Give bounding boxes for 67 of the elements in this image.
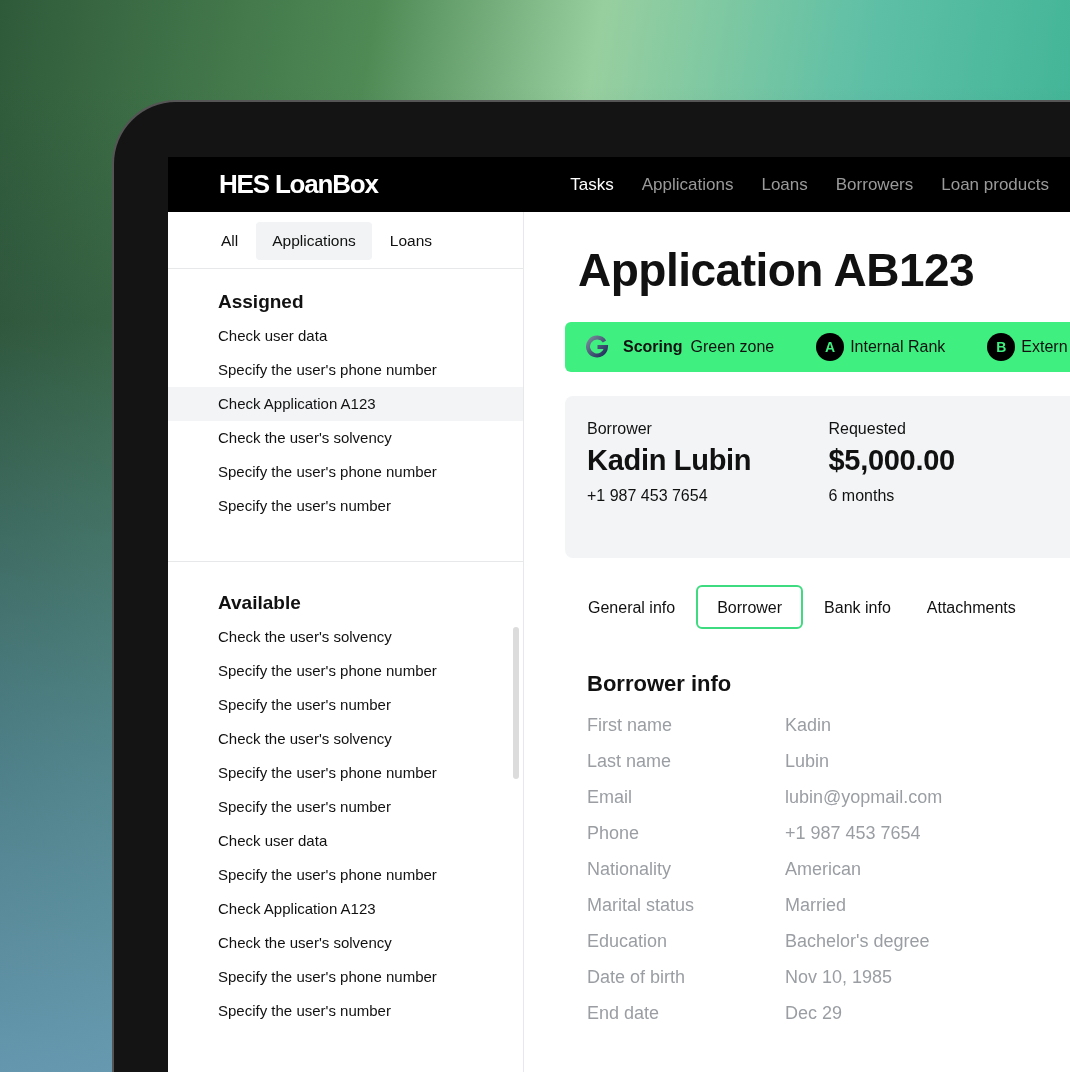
task-item[interactable]: Specify the user's phone number: [168, 353, 523, 387]
filter-tab[interactable]: Applications: [256, 222, 372, 260]
nav-link[interactable]: Loan products: [941, 174, 1049, 195]
field-value: Dec 29: [785, 1002, 843, 1025]
scoring-value: Green zone: [690, 338, 775, 356]
filter-tab[interactable]: All: [205, 222, 255, 260]
detail-tab[interactable]: Borrower: [696, 585, 804, 629]
task-item[interactable]: Check user data: [168, 824, 523, 858]
section-title: Assigned: [218, 291, 305, 313]
scoring-label: Scoring: [623, 338, 683, 356]
rank-badge: A: [816, 333, 845, 361]
task-item[interactable]: Specify the user's phone number: [168, 756, 523, 790]
app-logo: HES LoanBox: [219, 169, 378, 200]
task-item[interactable]: Check the user's solvency: [168, 926, 523, 960]
rank-label: Internal Rank: [850, 338, 946, 356]
field-label: Nationality: [587, 858, 673, 881]
task-item[interactable]: Check Application A123: [168, 387, 523, 421]
summary-detail: +1 987 453 7654: [587, 487, 708, 505]
task-item[interactable]: Specify the user's number: [168, 790, 523, 824]
field-value: Kadin: [785, 714, 832, 737]
field-label: Marital status: [587, 894, 696, 917]
rank-label: Extern: [1021, 338, 1068, 356]
task-item[interactable]: Specify the user's number: [168, 489, 523, 523]
field-value: Bachelor's degree: [785, 930, 930, 953]
rank-badge: B: [987, 333, 1016, 361]
field-label: First name: [587, 714, 674, 737]
task-item[interactable]: Check Application A123: [168, 892, 523, 926]
filter-tab[interactable]: Loans: [373, 222, 449, 260]
nav-link[interactable]: Loans: [761, 174, 808, 195]
summary-label: Borrower: [587, 420, 652, 438]
page-title: Application AB123: [578, 243, 976, 298]
task-item[interactable]: Check the user's solvency: [168, 421, 523, 455]
field-label: Phone: [587, 822, 641, 845]
detail-tab[interactable]: Attachments: [911, 585, 1031, 629]
field-value: lubin@yopmail.com: [785, 786, 943, 809]
field-value: Lubin: [785, 750, 830, 773]
section-title: Borrower info: [587, 671, 733, 697]
field-value: +1 987 453 7654: [785, 822, 921, 845]
field-label: End date: [587, 1002, 661, 1025]
summary-detail: 6 months: [828, 487, 895, 505]
scrollbar[interactable]: [513, 627, 519, 779]
task-item[interactable]: Specify the user's phone number: [168, 654, 523, 688]
field-value: Married: [785, 894, 846, 917]
nav-link[interactable]: Tasks: [570, 174, 614, 195]
field-label: Last name: [587, 750, 673, 773]
task-item[interactable]: Specify the user's phone number: [168, 858, 523, 892]
detail-tab[interactable]: Bank info: [809, 585, 906, 629]
task-item[interactable]: Specify the user's phone number: [168, 455, 523, 489]
task-item[interactable]: Check the user's solvency: [168, 722, 523, 756]
field-label: Education: [587, 930, 669, 953]
field-value: American: [785, 858, 862, 881]
section-title: Available: [218, 592, 302, 614]
task-item[interactable]: Specify the user's number: [168, 688, 523, 722]
detail-tab[interactable]: General info: [573, 585, 691, 629]
task-item[interactable]: Check the user's solvency: [168, 620, 523, 654]
task-item[interactable]: Specify the user's phone number: [168, 960, 523, 994]
task-item[interactable]: Check user data: [168, 319, 523, 353]
nav-link[interactable]: Applications: [641, 174, 734, 195]
summary-value: $5,000.00: [828, 444, 955, 477]
field-label: Date of birth: [587, 966, 687, 989]
field-value: Nov 10, 1985: [785, 966, 893, 989]
task-item[interactable]: Specify the user's number: [168, 994, 523, 1028]
nav-link[interactable]: Borrowers: [835, 174, 914, 195]
summary-value: Kadin Lubin: [587, 444, 752, 477]
summary-label: Requested: [828, 420, 906, 438]
field-label: Email: [587, 786, 633, 809]
g-logo-icon: [585, 335, 609, 359]
